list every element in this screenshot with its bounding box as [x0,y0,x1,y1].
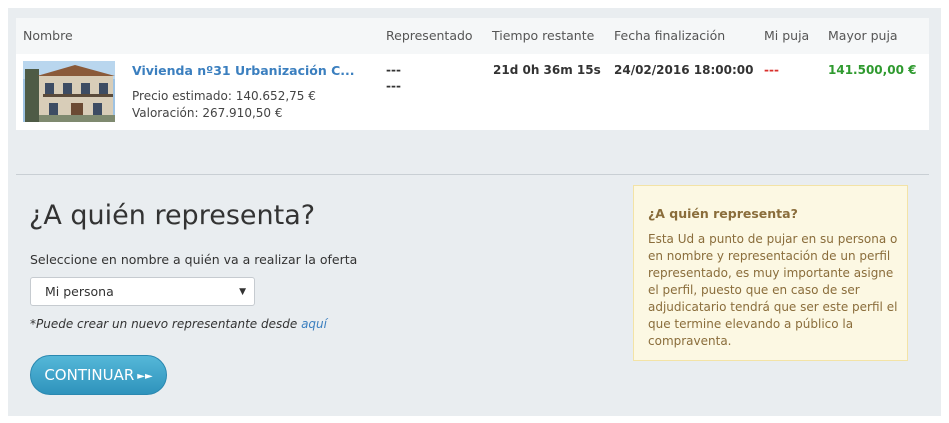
select-value: Mi persona [45,284,114,299]
section-divider [16,174,929,175]
house-photo-icon [23,61,115,122]
header-nombre: Nombre [23,28,73,43]
header-fecha: Fecha finalización [614,28,726,43]
header-representado: Representado [386,28,473,43]
page-title: ¿A quién representa? [29,200,316,231]
create-representative-link[interactable]: aquí [301,317,327,331]
continue-button[interactable]: CONTINUAR ►► [30,355,167,395]
valoracion: Valoración: 267.910,50 € [132,106,283,120]
info-body: Esta Ud a punto de pujar en su persona o… [648,232,898,348]
create-representative-note: *Puede crear un nuevo representante desd… [30,317,327,331]
info-title: ¿A quién representa? [648,206,798,221]
representado-value-2: --- [386,79,401,93]
mayor-puja-value: 141.500,00 € [828,63,917,77]
continue-label: CONTINUAR [44,366,135,384]
mi-puja-value: --- [764,63,779,77]
table-row: Vivienda nº31 Urbanización C... Precio e… [16,54,929,130]
property-title-link[interactable]: Vivienda nº31 Urbanización C... [132,63,355,78]
precio-estimado: Precio estimado: 140.652,75 € [132,89,316,103]
info-alert: ¿A quién representa? Esta Ud a punto de … [633,185,908,361]
representado-value: --- [386,63,401,77]
fecha-finalizacion-value: 24/02/2016 18:00:00 [614,63,754,77]
select-label: Seleccione en nombre a quién va a realiz… [30,252,358,267]
header-tiempo: Tiempo restante [492,28,595,43]
property-thumbnail[interactable] [23,61,115,122]
caret-down-icon: ▼ [239,287,246,297]
header-mi-puja: Mi puja [764,28,810,43]
representante-select[interactable]: Mi persona ▼ [30,277,255,306]
header-mayor-puja: Mayor puja [828,28,898,43]
double-chevron-right-icon: ►► [137,371,153,382]
note-text: *Puede crear un nuevo representante desd… [30,317,302,331]
tiempo-restante-value: 21d 0h 36m 15s [493,63,601,77]
table-header: Nombre Representado Tiempo restante Fech… [16,18,929,54]
